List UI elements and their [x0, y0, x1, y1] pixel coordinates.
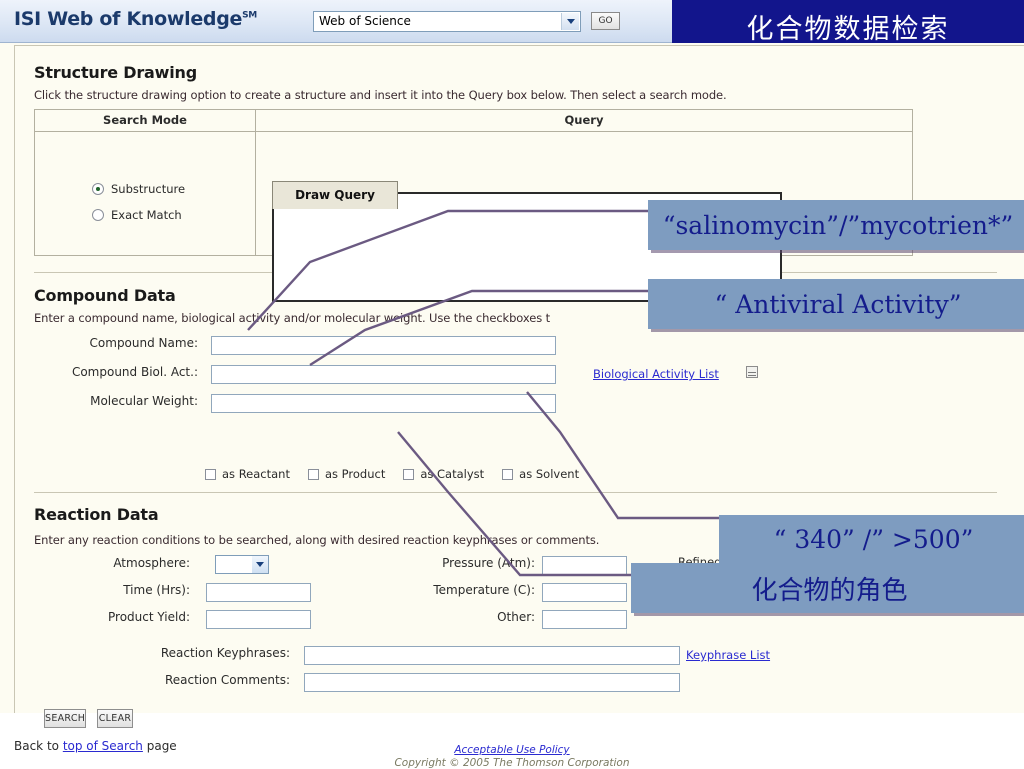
product-yield-input[interactable] — [206, 610, 311, 629]
search-button[interactable]: SEARCH — [44, 709, 86, 728]
checkbox-as-solvent[interactable]: as Solvent — [502, 467, 579, 481]
reaction-data-description: Enter any reaction conditions to be sear… — [34, 533, 600, 547]
structure-drawing-description: Click the structure drawing option to cr… — [34, 88, 727, 102]
page-footer: Acceptable Use Policy Copyright © 2005 T… — [0, 744, 1024, 769]
go-button[interactable]: GO — [591, 12, 620, 30]
molecular-weight-label: Molecular Weight: — [90, 394, 198, 408]
other-label: Other: — [497, 610, 535, 624]
radio-exact-match[interactable]: Exact Match — [92, 208, 182, 222]
checkbox-as-reactant-label: as Reactant — [222, 467, 290, 481]
compound-biol-act-label: Compound Biol. Act.: — [71, 365, 198, 379]
table-header-row: Search Mode Query — [35, 110, 912, 132]
pressure-label: Pressure (Atm): — [442, 556, 535, 570]
other-input[interactable] — [542, 610, 627, 629]
brand-logo: ISI Web of KnowledgeSM — [14, 8, 257, 30]
radio-substructure[interactable]: Substructure — [92, 182, 185, 196]
compound-name-input[interactable] — [211, 336, 556, 355]
copyright-text: Copyright © 2005 The Thomson Corporation — [394, 757, 630, 769]
reaction-keyphrases-input[interactable] — [304, 646, 680, 665]
app-header: ISI Web of KnowledgeSM Web of Science GO — [0, 0, 672, 43]
checkbox-as-product[interactable]: as Product — [307, 467, 386, 481]
checkbox-as-product-label: as Product — [324, 467, 386, 481]
divider-reaction — [34, 492, 997, 493]
radio-substructure-label: Substructure — [111, 182, 186, 196]
radio-substructure-icon[interactable] — [92, 183, 104, 195]
keyphrase-list-link[interactable]: Keyphrase List — [686, 648, 770, 662]
callout-compound-name: “salinomycin”/”mycotrien*” — [648, 200, 1024, 250]
structure-drawing-title: Structure Drawing — [34, 63, 197, 82]
page-root: ISI Web of KnowledgeSM Web of Science GO… — [0, 0, 1024, 769]
checkbox-as-reactant-box[interactable] — [205, 468, 216, 480]
radio-exact-match-label: Exact Match — [111, 208, 182, 222]
checkbox-as-catalyst-label: as Catalyst — [420, 467, 485, 481]
reaction-comments-input[interactable] — [304, 673, 680, 692]
database-select-value: Web of Science — [319, 14, 411, 28]
compound-name-label: Compound Name: — [89, 336, 198, 350]
search-mode-cell: Substructure Exact Match — [35, 132, 256, 255]
draw-query-tab[interactable]: Draw Query — [272, 181, 398, 209]
database-select[interactable]: Web of Science — [313, 11, 581, 32]
table-header-search-mode: Search Mode — [35, 110, 256, 131]
checkbox-as-catalyst-box[interactable] — [403, 468, 415, 480]
reaction-keyphrases-label: Reaction Keyphrases: — [160, 646, 290, 660]
reaction-comments-label: Reaction Comments: — [164, 673, 290, 687]
clear-button[interactable]: CLEAR — [97, 709, 133, 728]
compound-data-title: Compound Data — [34, 286, 176, 305]
checkbox-as-reactant[interactable]: as Reactant — [205, 467, 290, 481]
brand-sm-mark: SM — [242, 10, 257, 21]
checkbox-as-catalyst[interactable]: as Catalyst — [403, 467, 484, 481]
brand-text: ISI Web of Knowledge — [14, 8, 243, 30]
compound-data-description: Enter a compound name, biological activi… — [34, 311, 551, 325]
callout-biological-activity: “ Antiviral Activity” — [648, 279, 1024, 329]
atmosphere-label: Atmosphere: — [113, 556, 190, 570]
temperature-input[interactable] — [542, 583, 627, 602]
chevron-down-icon[interactable] — [561, 13, 579, 30]
time-input[interactable] — [206, 583, 311, 602]
reaction-data-title: Reaction Data — [34, 505, 159, 524]
list-popup-icon[interactable] — [746, 366, 758, 378]
checkbox-as-product-box[interactable] — [307, 468, 319, 480]
pressure-input[interactable] — [542, 556, 627, 575]
compound-biol-act-input[interactable] — [211, 365, 556, 384]
table-header-query: Query — [564, 113, 604, 127]
atmosphere-select[interactable] — [215, 555, 269, 574]
molecular-weight-input[interactable] — [211, 394, 556, 413]
checkbox-as-solvent-label: as Solvent — [519, 467, 580, 481]
acceptable-use-policy-link[interactable]: Acceptable Use Policy — [0, 744, 1024, 756]
product-yield-label: Product Yield: — [108, 610, 190, 624]
time-label: Time (Hrs): — [123, 583, 190, 597]
temperature-label: Temperature (C): — [433, 583, 535, 597]
biological-activity-list-link[interactable]: Biological Activity List — [593, 367, 719, 381]
radio-exact-match-icon[interactable] — [92, 209, 104, 221]
atmosphere-chevron-down-icon[interactable] — [252, 556, 268, 573]
callout-molecular-weight: “ 340” /” >500” — [719, 515, 1024, 563]
checkbox-as-solvent-box[interactable] — [502, 468, 514, 480]
callout-compound-role: 化合物的角色 — [631, 563, 1024, 613]
compound-role-checkboxes: as Reactant as Product as Catalyst as So… — [205, 467, 597, 481]
